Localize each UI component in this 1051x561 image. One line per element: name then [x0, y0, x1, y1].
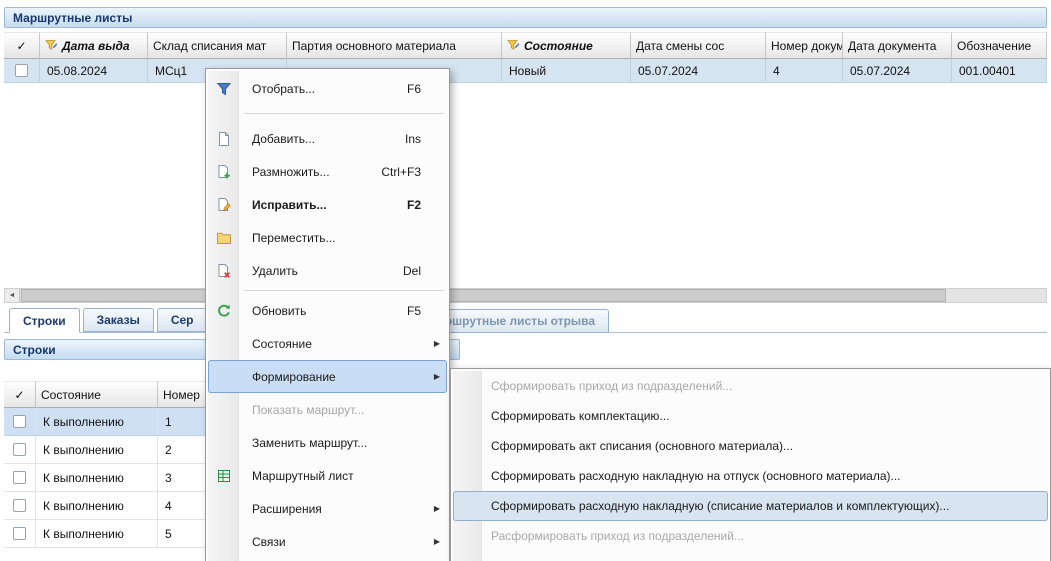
menu-separator: [244, 113, 444, 114]
refresh-icon: [216, 303, 232, 319]
filter-funnel-icon: [507, 39, 520, 52]
row-checkbox[interactable]: [13, 415, 26, 428]
menu-item-extensions[interactable]: Расширения ▶: [208, 492, 447, 525]
menu-item-state[interactable]: Состояние ▶: [208, 327, 447, 360]
menu-item-filter[interactable]: Отобрать... F6: [208, 72, 447, 105]
submenu-item-form-issue-invoice[interactable]: Сформировать расходную накладную на отпу…: [453, 461, 1048, 491]
menu-item-links[interactable]: Связи ▶: [208, 525, 447, 558]
scrollbar-thumb[interactable]: [21, 289, 946, 302]
column-header-check[interactable]: ✓: [4, 381, 36, 408]
menu-item-move[interactable]: Переместить...: [208, 221, 447, 254]
cell-designation: 001.00401: [952, 59, 1047, 82]
row-check-cell: [4, 492, 36, 519]
column-header-doc-date[interactable]: Дата документа: [843, 32, 952, 59]
column-header-line-state[interactable]: Состояние: [36, 381, 158, 408]
row-check-cell: [4, 408, 36, 435]
cell-line-state: К выполнению: [36, 492, 158, 519]
menu-item-duplicate[interactable]: Размножить... Ctrl+F3: [208, 155, 447, 188]
filter-funnel-icon: [45, 39, 58, 52]
move-folder-icon: [216, 230, 232, 246]
row-check-cell: [4, 520, 36, 547]
cell-line-state: К выполнению: [36, 464, 158, 491]
menu-item-add[interactable]: Добавить... Ins: [208, 122, 447, 155]
cell-line-state: К выполнению: [36, 520, 158, 547]
duplicate-document-icon: [216, 164, 232, 180]
row-checkbox[interactable]: [13, 499, 26, 512]
row-checkbox[interactable]: [13, 471, 26, 484]
column-header-issue-date[interactable]: Дата выда: [40, 32, 148, 59]
cell-line-state: К выполнению: [36, 408, 158, 435]
spreadsheet-icon: [216, 468, 232, 484]
tab-zakazy[interactable]: Заказы: [83, 308, 154, 332]
menu-item-route-sheet[interactable]: Маршрутный лист: [208, 459, 447, 492]
menu-item-replace-route[interactable]: Заменить маршрут...: [208, 426, 447, 459]
submenu-arrow-icon: ▶: [434, 504, 440, 513]
submenu-arrow-icon: ▶: [434, 537, 440, 546]
edit-document-icon: [216, 197, 232, 213]
submenu-item-unform-receipt-from-departments: Расформировать приход из подразделений..…: [453, 521, 1048, 551]
cell-state: Новый: [502, 59, 631, 82]
row-check-cell: [4, 464, 36, 491]
tab-stroki[interactable]: Строки: [9, 308, 80, 333]
cell-issue-date: 05.08.2024: [40, 59, 148, 82]
top-grid-header: ✓ Дата выда Склад списания мат Партия ос…: [4, 32, 1047, 59]
column-header-check[interactable]: ✓: [4, 32, 40, 59]
delete-document-icon: [216, 263, 232, 279]
menu-separator: [244, 290, 444, 291]
column-header-batch[interactable]: Партия основного материала: [287, 32, 502, 59]
route-sheet-row[interactable]: 05.08.2024 МСц1 Новый 05.07.2024 4 05.07…: [4, 59, 1047, 83]
row-checkbox[interactable]: [13, 443, 26, 456]
menu-item-formation[interactable]: Формирование ▶: [208, 360, 447, 393]
row-check-cell: [4, 436, 36, 463]
cell-doc-number: 4: [766, 59, 843, 82]
menu-item-show-route: Показать маршрут...: [208, 393, 447, 426]
scroll-left-button[interactable]: ◄: [5, 289, 20, 302]
check-all-icon: ✓: [16, 39, 26, 53]
submenu-arrow-icon: ▶: [434, 339, 440, 348]
column-header-doc-number[interactable]: Номер докум: [766, 32, 843, 59]
column-header-state[interactable]: Состояние: [502, 32, 631, 59]
check-all-icon: ✓: [14, 388, 24, 402]
column-header-designation[interactable]: Обозначение: [952, 32, 1047, 59]
submenu-item-form-kitting[interactable]: Сформировать комплектацию...: [453, 401, 1048, 431]
menu-item-delete[interactable]: Удалить Del: [208, 254, 447, 287]
menu-item-edit[interactable]: Исправить... F2: [208, 188, 447, 221]
column-header-warehouse[interactable]: Склад списания мат: [148, 32, 287, 59]
menu-item-refresh[interactable]: Обновить F5: [208, 294, 447, 327]
row-checkbox[interactable]: [13, 527, 26, 540]
cell-doc-date: 05.07.2024: [843, 59, 952, 82]
submenu-item-form-receipt-from-departments: Сформировать приход из подразделений...: [453, 371, 1048, 401]
row-check-cell: [4, 59, 40, 82]
horizontal-scrollbar[interactable]: ◄: [4, 288, 1047, 303]
submenu-arrow-icon: ▶: [434, 372, 440, 381]
bottom-panel-title: Строки: [13, 343, 56, 357]
column-header-state-change-date[interactable]: Дата смены сос: [631, 32, 766, 59]
submenu-item-form-expense-invoice[interactable]: Сформировать расходную накладную (списан…: [453, 491, 1048, 521]
submenu-item-form-writeoff-act[interactable]: Сформировать акт списания (основного мат…: [453, 431, 1048, 461]
cell-state-change-date: 05.07.2024: [631, 59, 766, 82]
tab-ser[interactable]: Сер: [157, 308, 208, 332]
tab-bar: Строки Заказы Сер Маршрутные листы отрыв…: [4, 307, 1047, 333]
context-menu: Отобрать... F6 Добавить... Ins Размножит…: [205, 68, 450, 561]
formation-submenu: Сформировать приход из подразделений... …: [450, 368, 1051, 561]
filter-icon: [216, 81, 232, 97]
app-window: Маршрутные листы ✓ Дата выда Склад списа…: [0, 0, 1051, 561]
add-document-icon: [216, 131, 232, 147]
cell-line-state: К выполнению: [36, 436, 158, 463]
row-checkbox[interactable]: [15, 64, 28, 77]
top-panel-header: Маршрутные листы: [4, 7, 1047, 28]
top-panel-title: Маршрутные листы: [13, 11, 132, 25]
